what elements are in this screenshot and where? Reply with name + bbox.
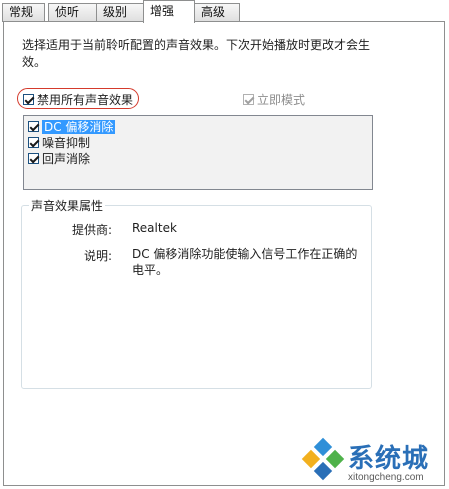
- immediate-mode-label: 立即模式: [257, 93, 306, 107]
- sound-properties-window: 常规 侦听 级别 增强 高级 选择适用于当前聆听配置的声音效果。下次开始播放时更…: [0, 0, 449, 489]
- disable-all-effects-checkbox[interactable]: 禁用所有声音效果: [17, 88, 139, 109]
- effect-label: 回声消除: [42, 152, 91, 166]
- tab-strip: 常规 侦听 级别 增强 高级: [0, 0, 449, 23]
- checkbox-checked-icon: [23, 94, 34, 105]
- effect-item-dc-offset[interactable]: DC 偏移消除: [28, 120, 116, 136]
- checkbox-checked-icon[interactable]: [28, 121, 39, 132]
- watermark-url: xitongcheng.com: [348, 472, 424, 483]
- tab-advanced[interactable]: 高级: [194, 3, 240, 22]
- provider-value: Realtek: [132, 221, 177, 235]
- checkbox-checked-disabled-icon: [243, 94, 254, 105]
- effects-list[interactable]: DC 偏移消除 噪音抑制 回声消除: [23, 115, 373, 190]
- effect-item-noise-suppression[interactable]: 噪音抑制: [28, 136, 90, 152]
- immediate-mode-checkbox[interactable]: 立即模式: [243, 91, 305, 108]
- watermark: 系统城 xitongcheng.com: [298, 430, 449, 489]
- tab-enhancements[interactable]: 增强: [143, 0, 195, 23]
- effect-label: DC 偏移消除: [42, 120, 116, 134]
- effect-item-echo-cancellation[interactable]: 回声消除: [28, 152, 90, 168]
- effect-properties-group: 声音效果属性 提供商: Realtek 说明: DC 偏移消除功能使输入信号工作…: [21, 197, 372, 389]
- description-label: 说明:: [83, 249, 112, 263]
- checkbox-checked-icon[interactable]: [28, 137, 39, 148]
- tab-listen[interactable]: 侦听: [48, 3, 97, 22]
- tab-general[interactable]: 常规: [2, 3, 45, 22]
- enhancements-description: 选择适用于当前聆听配置的声音效果。下次开始播放时更改才会生效。: [22, 38, 371, 69]
- watermark-brand: 系统城: [348, 444, 430, 474]
- disable-all-effects-label: 禁用所有声音效果: [37, 93, 134, 107]
- checkbox-checked-icon[interactable]: [28, 153, 39, 164]
- tab-levels[interactable]: 级别: [96, 3, 144, 22]
- description-value: DC 偏移消除功能使输入信号工作在正确的电平。: [132, 247, 358, 277]
- effect-label: 噪音抑制: [42, 136, 91, 150]
- windows-logo-icon: [301, 437, 345, 481]
- effect-properties-title: 声音效果属性: [29, 197, 106, 214]
- provider-label: 提供商:: [71, 223, 112, 237]
